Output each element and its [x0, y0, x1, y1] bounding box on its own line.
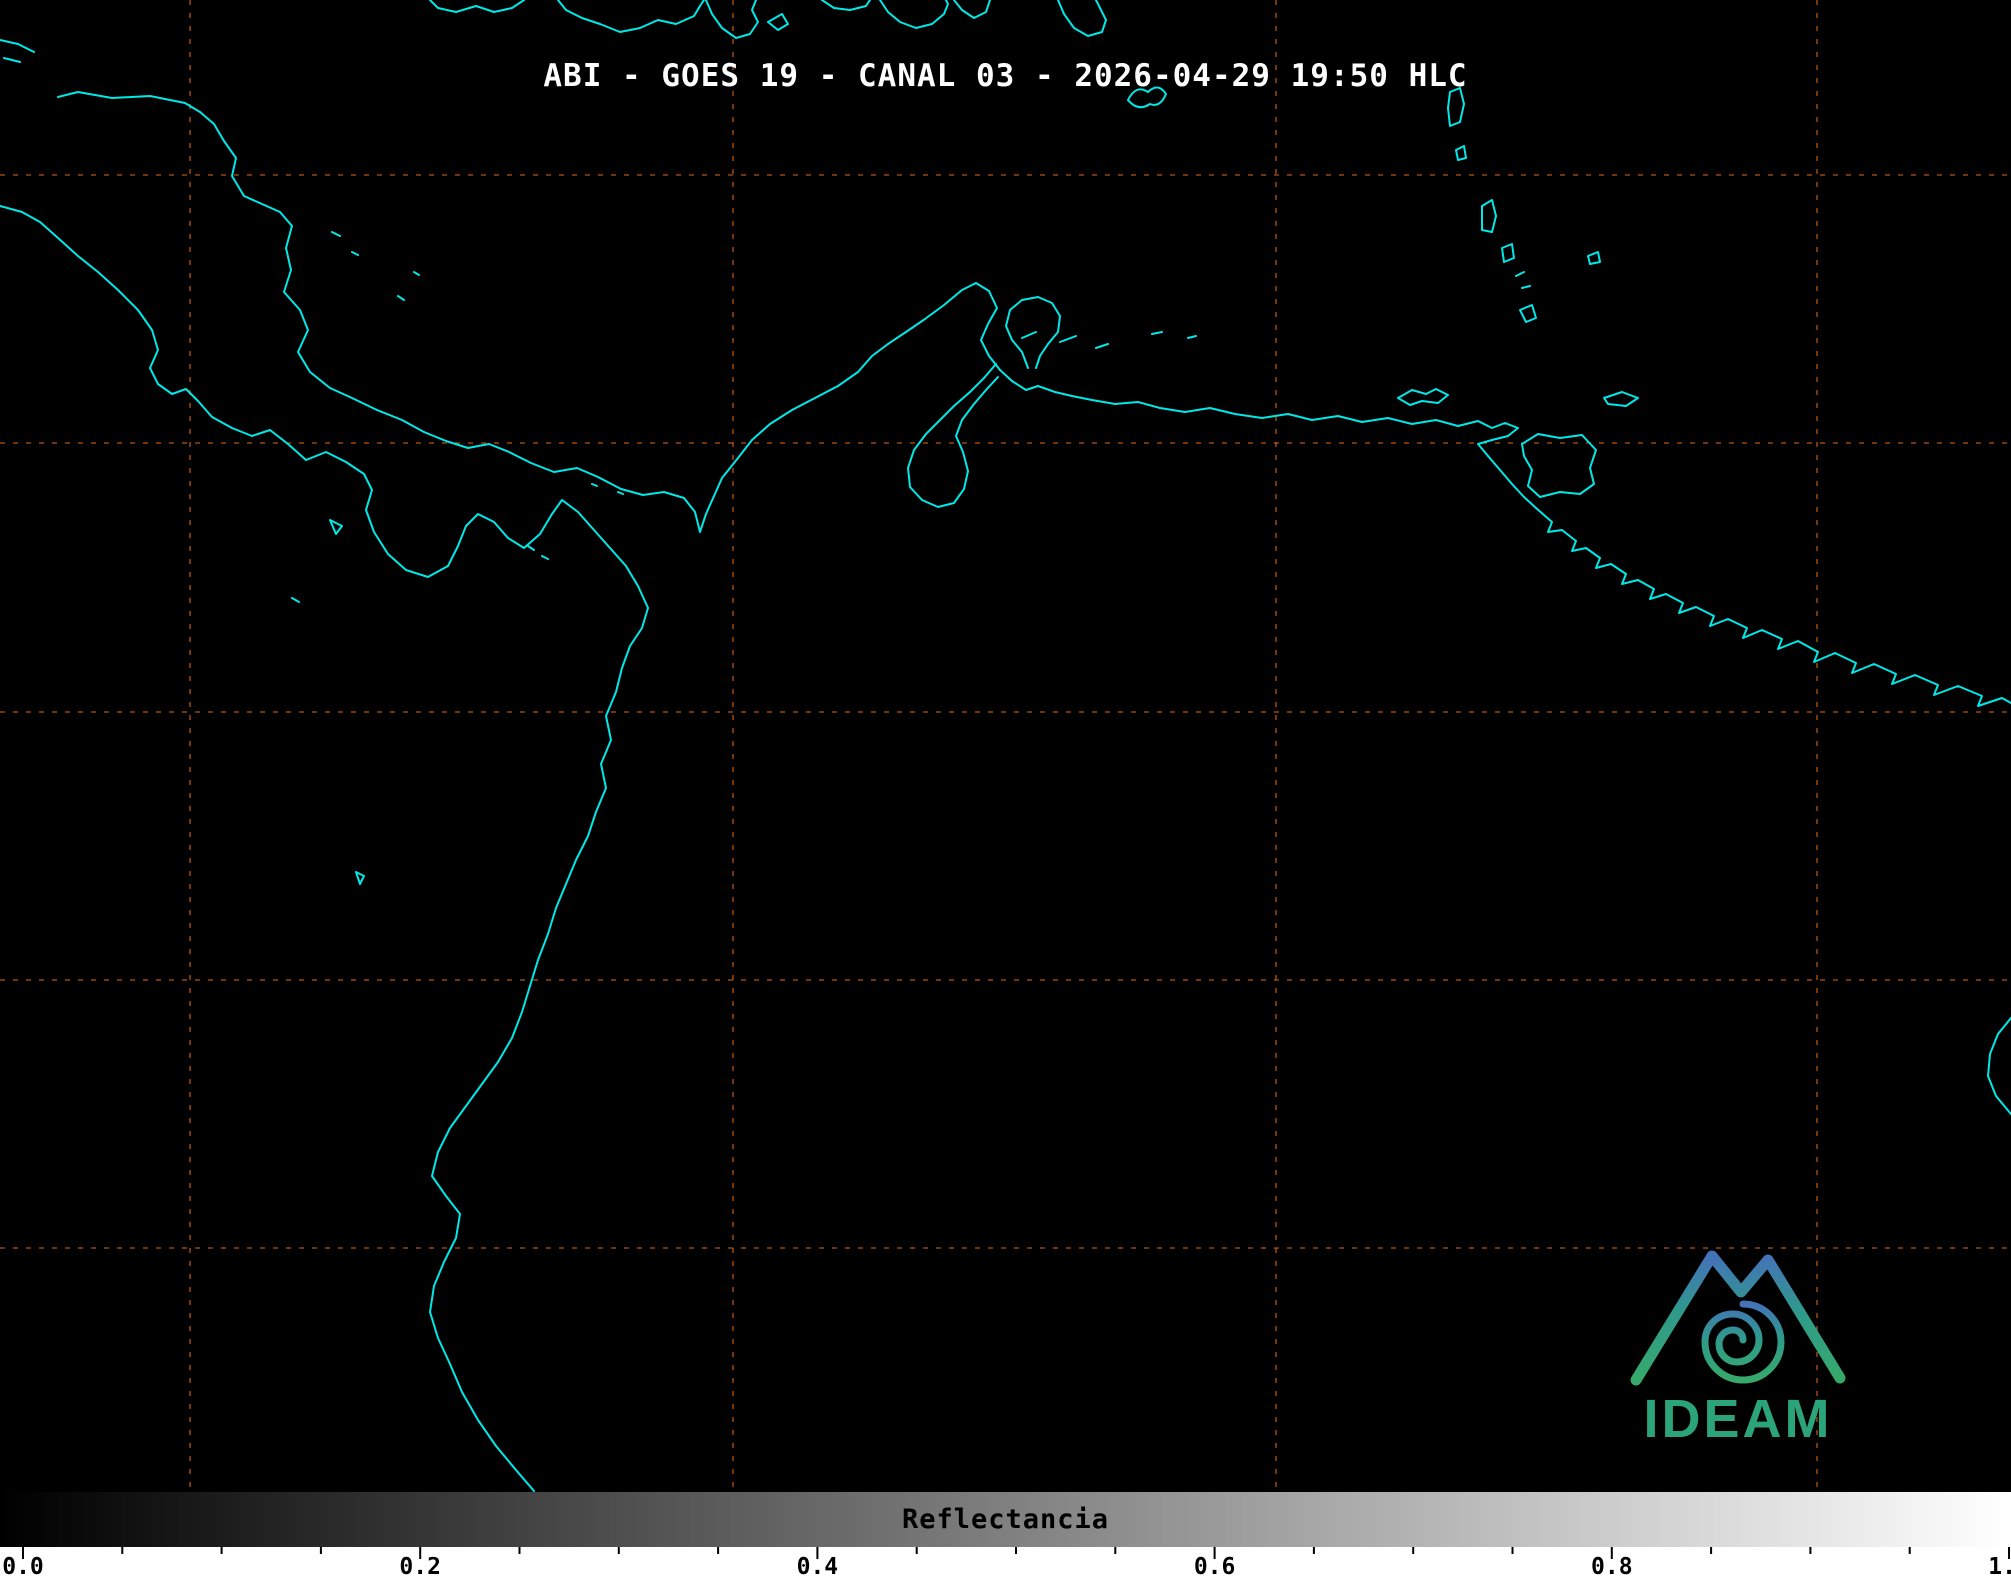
colorbar-tick-label: 0.8 [1591, 1554, 1633, 1577]
ideam-logo-text: IDEAM [1628, 1392, 1848, 1446]
colorbar-tick-label: 1.0 [1988, 1554, 2011, 1577]
ideam-logo-graphic [1628, 1230, 1848, 1390]
map-area: ABI - GOES 19 - CANAL 03 - 2026-04-29 19… [0, 0, 2011, 1492]
colorbar-tick-label: 0.4 [797, 1554, 839, 1577]
brazil-coast-fragment [1988, 1018, 2011, 1114]
colorbar-tick-label: 0.0 [2, 1554, 44, 1577]
colorbar: Reflectancia [0, 1492, 2011, 1547]
colorbar-label: Reflectancia [902, 1504, 1109, 1535]
coastline-pacific-mainland [0, 206, 648, 1491]
margarita-island [1398, 389, 1448, 405]
product-title: ABI - GOES 19 - CANAL 03 - 2026-04-29 19… [543, 58, 1467, 94]
coastline-caribbean-mainland [58, 92, 2011, 706]
tobago-island [1604, 392, 1638, 406]
colorbar-tick-label: 0.2 [399, 1554, 441, 1577]
lesser-antilles-islands [1448, 88, 1600, 322]
offshore-islets [292, 232, 623, 884]
top-left-coast-fragments [0, 40, 34, 62]
colorbar-axis: 0.0 0.2 0.4 0.6 0.8 1.0 [0, 1547, 2011, 1577]
logo-spiral [1705, 1304, 1781, 1380]
ideam-logo: IDEAM [1628, 1230, 1848, 1446]
goes-satellite-product: ABI - GOES 19 - CANAL 03 - 2026-04-29 19… [0, 0, 2011, 1577]
top-edge-island-coast-fragments [430, 0, 1106, 38]
colorbar-ticks [0, 1547, 2011, 1577]
colorbar-tick-label: 0.6 [1194, 1554, 1236, 1577]
lake-maracaibo [908, 364, 998, 507]
trinidad-island [1522, 434, 1596, 497]
